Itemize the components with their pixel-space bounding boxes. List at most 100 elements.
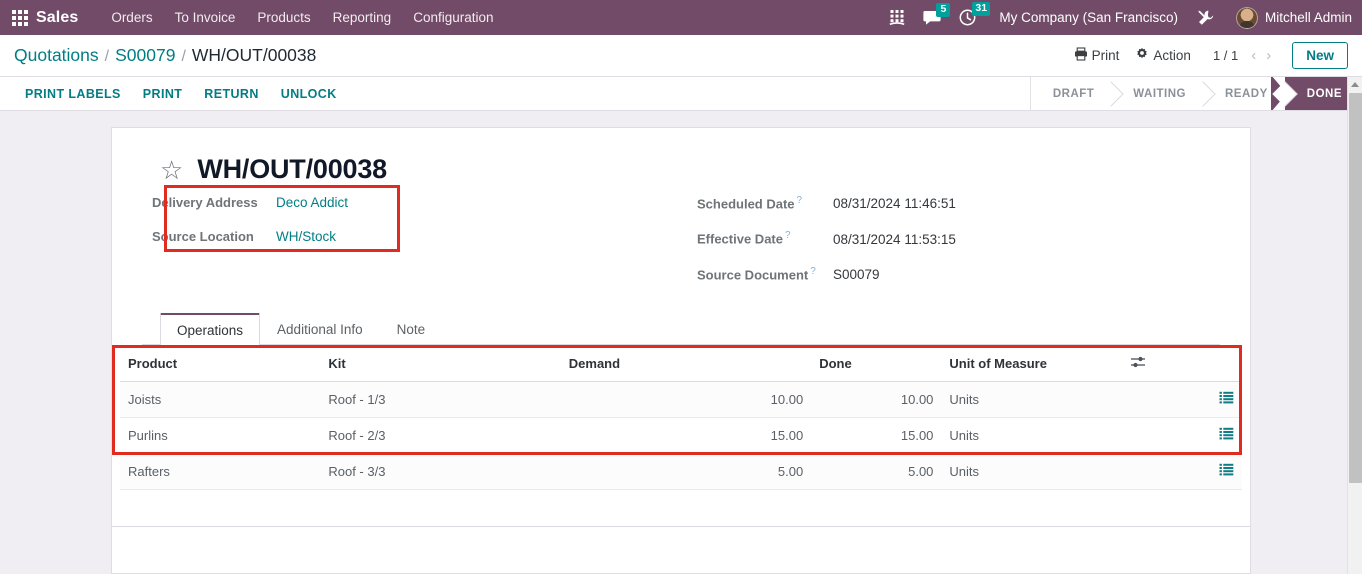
cell-unit-of-measure[interactable]: Units: [941, 417, 1122, 454]
cell-row-detail: [1121, 381, 1242, 418]
cell-unit-of-measure[interactable]: Units: [941, 453, 1122, 490]
menu-orders[interactable]: Orders: [100, 4, 163, 31]
table-row[interactable]: Joists Roof - 1/3 10.00 10.00 Units: [120, 381, 1242, 418]
print-labels-button[interactable]: PRINT LABELS: [14, 77, 132, 110]
tab-operations[interactable]: Operations: [160, 312, 261, 345]
pager-value: 1 / 1: [1212, 48, 1239, 63]
avatar[interactable]: [1235, 6, 1258, 29]
list-lines-icon[interactable]: [1219, 391, 1234, 408]
print-button[interactable]: Print: [1074, 47, 1120, 64]
cell-kit[interactable]: Roof - 1/3: [320, 381, 561, 418]
return-button[interactable]: RETURN: [193, 77, 269, 110]
table-row[interactable]: Purlins Roof - 2/3 15.00 15.00 Units: [120, 417, 1242, 454]
control-panel: Quotations / S00079 / WH/OUT/00038 Print: [0, 35, 1362, 77]
column-header-product[interactable]: Product: [120, 344, 321, 382]
cell-kit[interactable]: Roof - 3/3: [320, 453, 561, 490]
field-source-document: Source Document? S00079: [697, 266, 1220, 282]
field-label-source-location: Source Location: [152, 229, 254, 244]
field-label-scheduled-date: Scheduled Date?: [697, 195, 833, 211]
sliders-icon[interactable]: [1130, 354, 1146, 373]
page-title: WH/OUT/00038: [197, 154, 387, 184]
company-selector[interactable]: My Company (San Francisco): [999, 10, 1178, 25]
field-value-delivery-address[interactable]: Deco Addict: [276, 195, 348, 210]
cell-kit[interactable]: Roof - 2/3: [320, 417, 561, 454]
sheet-divider: [112, 525, 1250, 527]
new-button[interactable]: New: [1292, 42, 1348, 69]
cell-done[interactable]: 15.00: [811, 417, 942, 454]
column-header-optional-columns: [1121, 344, 1242, 382]
field-value-source-document[interactable]: S00079: [833, 267, 880, 282]
star-outline-icon[interactable]: ☆: [160, 157, 183, 183]
status-bar-spacer: [348, 77, 1030, 110]
breadcrumb: Quotations / S00079 / WH/OUT/00038: [14, 45, 316, 66]
cell-unit-of-measure[interactable]: Units: [941, 381, 1122, 418]
list-lines-icon[interactable]: [1219, 427, 1234, 444]
cell-demand[interactable]: 15.00: [560, 417, 812, 454]
action-button-label: Action: [1153, 48, 1191, 63]
pager-next-button[interactable]: ›: [1261, 48, 1276, 63]
activities-clock-icon[interactable]: 31: [959, 2, 991, 26]
cell-done[interactable]: 5.00: [811, 453, 942, 490]
table-row[interactable]: Rafters Roof - 3/3 5.00 5.00 Units: [120, 453, 1242, 490]
print-button-label: Print: [1091, 48, 1120, 63]
field-label-source-document: Source Document?: [697, 266, 833, 282]
content-area: ☆ WH/OUT/00038 Delivery Address Deco Add…: [0, 111, 1362, 574]
odoo-app-window: Sales Orders To Invoice Products Reporti…: [0, 0, 1362, 574]
stage-draft[interactable]: DRAFT: [1030, 77, 1112, 110]
field-scheduled-date: Scheduled Date? 08/31/2024 11:46:51: [697, 195, 1220, 211]
field-value-scheduled-date[interactable]: 08/31/2024 11:46:51: [833, 196, 956, 211]
cell-row-detail: [1121, 417, 1242, 454]
help-marker-icon[interactable]: ?: [810, 266, 816, 277]
menu-reporting[interactable]: Reporting: [322, 4, 403, 31]
menu-products[interactable]: Products: [246, 4, 321, 31]
cell-product[interactable]: Purlins: [120, 417, 321, 454]
operations-table-wrapper: Product Kit Demand Done Unit of Measure: [112, 344, 1250, 490]
menu-to-invoice[interactable]: To Invoice: [164, 4, 247, 31]
cell-product[interactable]: Joists: [120, 381, 321, 418]
list-lines-icon[interactable]: [1219, 463, 1234, 480]
record-title-row: ☆ WH/OUT/00038: [160, 154, 1220, 185]
scrollbar-thumb[interactable]: [1349, 93, 1362, 483]
breadcrumb-item-quotations[interactable]: Quotations: [14, 45, 99, 66]
notebook-tabs: Operations Additional Info Note: [142, 312, 1220, 345]
cell-demand[interactable]: 10.00: [560, 381, 812, 418]
wrench-icon[interactable]: [1197, 9, 1215, 27]
field-delivery-address: Delivery Address Deco Addict: [152, 195, 612, 210]
help-marker-icon[interactable]: ?: [785, 230, 791, 241]
help-marker-icon[interactable]: ?: [797, 195, 803, 206]
apps-grid-icon[interactable]: [10, 8, 30, 28]
pager-previous-button[interactable]: ‹: [1246, 48, 1261, 63]
menu-configuration[interactable]: Configuration: [402, 4, 504, 31]
print-button-statusbar[interactable]: PRINT: [132, 77, 194, 110]
stage-waiting[interactable]: WAITING: [1111, 77, 1203, 110]
column-header-done[interactable]: Done: [811, 344, 942, 382]
top-navbar: Sales Orders To Invoice Products Reporti…: [0, 0, 1362, 35]
pager: 1 / 1 ‹ ›: [1213, 48, 1276, 63]
cell-product[interactable]: Rafters: [120, 453, 321, 490]
scroll-up-arrow-icon[interactable]: [1348, 77, 1362, 92]
cell-demand[interactable]: 5.00: [560, 453, 812, 490]
record-sheet: ☆ WH/OUT/00038 Delivery Address Deco Add…: [111, 127, 1251, 574]
tab-additional-info[interactable]: Additional Info: [260, 313, 380, 345]
dialpad-icon[interactable]: [889, 9, 905, 26]
cell-done[interactable]: 10.00: [811, 381, 942, 418]
field-label-text: Scheduled Date: [697, 196, 795, 212]
messages-icon[interactable]: 5: [923, 2, 951, 26]
unlock-button[interactable]: UNLOCK: [270, 77, 348, 110]
activities-badge: 31: [972, 2, 991, 16]
column-header-kit[interactable]: Kit: [320, 344, 561, 382]
field-label-delivery-address: Delivery Address: [152, 195, 258, 210]
column-header-demand[interactable]: Demand: [560, 344, 812, 382]
action-button[interactable]: Action: [1135, 47, 1191, 64]
field-value-source-location[interactable]: WH/Stock: [276, 229, 336, 244]
field-value-effective-date[interactable]: 08/31/2024 11:53:15: [833, 232, 956, 247]
breadcrumb-item-s00079[interactable]: S00079: [115, 45, 175, 66]
app-brand-sales[interactable]: Sales: [36, 9, 78, 27]
status-pipeline: DRAFT WAITING READY DONE: [1029, 77, 1362, 110]
operations-table-body: Joists Roof - 1/3 10.00 10.00 Units Purl…: [120, 381, 1242, 490]
vertical-scrollbar[interactable]: [1347, 77, 1362, 574]
tab-note[interactable]: Note: [380, 313, 443, 345]
column-header-unit-of-measure[interactable]: Unit of Measure: [941, 344, 1122, 382]
user-menu[interactable]: Mitchell Admin: [1265, 10, 1352, 25]
breadcrumb-separator: /: [104, 48, 110, 65]
